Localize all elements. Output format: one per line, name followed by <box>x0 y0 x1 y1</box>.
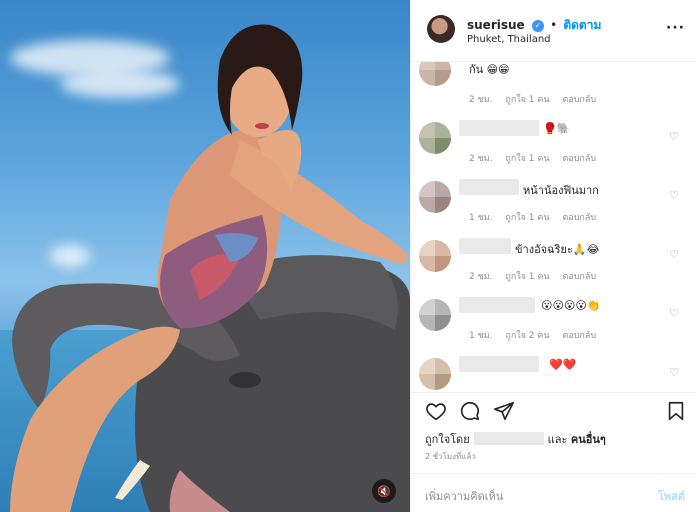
post-header: suerisue ✓ • ติดตาม Phuket, Thailand ··· <box>411 0 696 62</box>
separator: • <box>550 18 558 32</box>
comment-text: กัน 😁😁 <box>469 63 510 76</box>
comment-item: ข้างอัจฉริยะ🙏😂 2 ชม. ถูกใจ 1 คน ตอบกลับ … <box>411 238 696 297</box>
comment-text: หน้าน้องฟินมาก <box>523 184 599 197</box>
action-bar <box>411 392 696 428</box>
comment-avatar[interactable] <box>419 240 451 272</box>
comment-bubble-icon[interactable] <box>459 400 481 422</box>
comment-item: กัน 😁😁 2 ชม. ถูกใจ 1 คน ตอบกลับ ♡ <box>411 62 696 113</box>
post-comment-button[interactable]: โพสต์ <box>658 487 685 505</box>
comment-likes[interactable]: ถูกใจ 1 คน <box>505 213 549 223</box>
comment-time: 2 ชม. <box>469 95 493 105</box>
comment-time: 1 ชม. <box>469 213 493 223</box>
comment-meta: 2 ชม. ถูกใจ 1 คน ตอบกลับ <box>469 92 606 106</box>
comment-text: ข้างอัจฉริยะ🙏😂 <box>515 243 600 256</box>
comment-item: 😮😮😮😮👏 1 ชม. ถูกใจ 2 คน ตอบกลับ ♡ <box>411 297 696 356</box>
comment-likes[interactable]: ถูกใจ 2 คน <box>505 331 549 341</box>
comment-time: 1 ชม. <box>469 331 493 341</box>
heart-icon[interactable]: ♡ <box>669 189 679 202</box>
avatar[interactable] <box>427 15 455 43</box>
comment-likes[interactable]: ถูกใจ 1 คน <box>505 95 549 105</box>
post-timestamp[interactable]: 2 ชั่วโมงที่แล้ว <box>425 450 476 463</box>
heart-icon[interactable]: ♡ <box>669 366 679 379</box>
mute-button[interactable]: 🔇 <box>372 479 396 503</box>
reply-button[interactable]: ตอบกลับ <box>562 154 596 164</box>
username-link[interactable]: suerisue <box>467 18 525 32</box>
comment-item: 🥊🐘 2 ชม. ถูกใจ 1 คน ตอบกลับ ♡ <box>411 120 696 179</box>
comment-avatar[interactable] <box>419 299 451 331</box>
location-link[interactable]: Phuket, Thailand <box>467 34 551 45</box>
post-photo[interactable]: 🔇 <box>0 0 410 512</box>
comment-text: 🥊🐘 <box>543 122 571 135</box>
liked-by-and: และ <box>547 433 568 446</box>
follow-button[interactable]: ติดตาม <box>563 18 601 32</box>
blurred-username <box>459 356 539 372</box>
heart-icon[interactable]: ♡ <box>669 62 679 65</box>
comment-text: 😮😮😮😮👏 <box>541 299 601 312</box>
blurred-username <box>459 238 511 254</box>
add-comment-bar: เพิ่มความคิดเห็น โพสต์ <box>411 473 696 512</box>
comment-meta: 1 ชม. ถูกใจ 1 คน ตอบกลับ <box>469 210 606 224</box>
reply-button[interactable]: ตอบกลับ <box>562 272 596 282</box>
comment-time: 2 ชม. <box>469 272 493 282</box>
comment-avatar[interactable] <box>419 62 451 86</box>
comment-text: ❤️❤️ <box>549 358 577 371</box>
comment-avatar[interactable] <box>419 181 451 213</box>
comment-likes[interactable]: ถูกใจ 1 คน <box>505 154 549 164</box>
speaker-muted-icon: 🔇 <box>377 484 391 498</box>
blurred-username <box>459 120 539 136</box>
comment-meta: 2 ชม. ถูกใจ 1 คน ตอบกลับ <box>469 151 606 165</box>
heart-icon[interactable]: ♡ <box>669 130 679 143</box>
reply-button[interactable]: ตอบกลับ <box>562 95 596 105</box>
comment-avatar[interactable] <box>419 122 451 154</box>
liked-by-line: ถูกใจโดย และ คนอื่นๆ <box>425 430 606 448</box>
liked-by-prefix: ถูกใจโดย <box>425 433 470 446</box>
reply-button[interactable]: ตอบกลับ <box>562 331 596 341</box>
scene-illustration <box>10 24 410 512</box>
add-comment-input[interactable]: เพิ่มความคิดเห็น <box>425 487 503 505</box>
like-heart-icon[interactable] <box>425 400 447 422</box>
blurred-username <box>473 432 544 445</box>
comment-likes[interactable]: ถูกใจ 1 คน <box>505 272 549 282</box>
post-detail-panel: suerisue ✓ • ติดตาม Phuket, Thailand ···… <box>410 0 696 512</box>
heart-icon[interactable]: ♡ <box>669 307 679 320</box>
liked-by-others-link[interactable]: คนอื่นๆ <box>571 433 606 446</box>
username-line: suerisue ✓ • ติดตาม <box>467 16 601 35</box>
reply-button[interactable]: ตอบกลับ <box>562 213 596 223</box>
comment-meta: 1 ชม. ถูกใจ 2 คน ตอบกลับ <box>469 328 606 342</box>
comment-avatar[interactable] <box>419 358 451 390</box>
heart-icon[interactable]: ♡ <box>669 248 679 261</box>
comment-item: หน้าน้องฟินมาก 1 ชม. ถูกใจ 1 คน ตอบกลับ … <box>411 179 696 238</box>
bookmark-icon[interactable] <box>665 400 687 422</box>
verified-badge-icon: ✓ <box>531 19 544 32</box>
blurred-username <box>459 179 519 195</box>
blurred-username <box>459 297 535 313</box>
more-options-icon[interactable]: ··· <box>666 20 685 36</box>
share-send-icon[interactable] <box>493 400 515 422</box>
comment-time: 2 ชม. <box>469 154 493 164</box>
comments-list[interactable]: กัน 😁😁 2 ชม. ถูกใจ 1 คน ตอบกลับ ♡ 🥊🐘 2 ช… <box>411 62 696 390</box>
comment-item: ❤️❤️ ♡ <box>411 356 696 390</box>
comment-meta: 2 ชม. ถูกใจ 1 คน ตอบกลับ <box>469 269 606 283</box>
